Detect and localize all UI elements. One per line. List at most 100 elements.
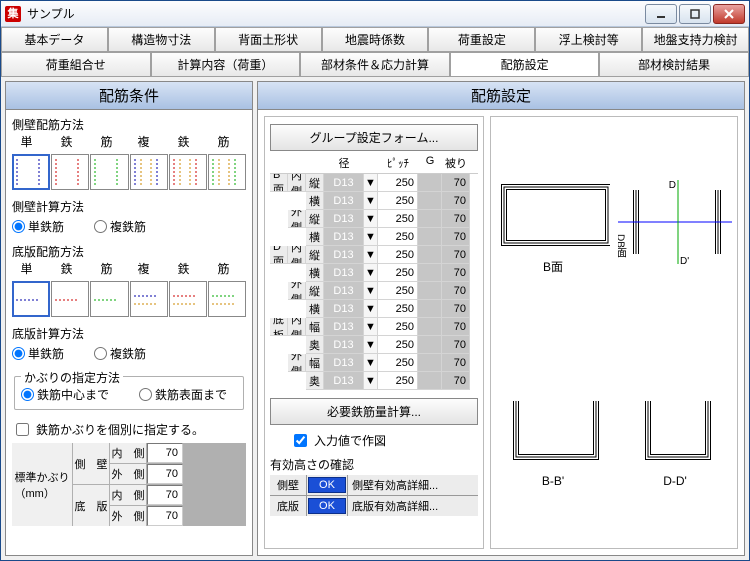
pitch-value[interactable]: 250 — [378, 246, 418, 264]
base-opt-5[interactable] — [169, 281, 207, 317]
pitch-value[interactable]: 250 — [378, 282, 418, 300]
sidewall-calc-single[interactable]: 単鉄筋 — [12, 218, 64, 235]
dia-dropdown[interactable]: ▼ — [364, 300, 378, 318]
cover-value: 70 — [442, 354, 470, 372]
tab2-3[interactable]: 配筋設定 — [450, 52, 600, 76]
dia-dropdown[interactable]: ▼ — [364, 372, 378, 390]
dia-dropdown[interactable]: ▼ — [364, 228, 378, 246]
pitch-value[interactable]: 250 — [378, 264, 418, 282]
pitch-value[interactable]: 250 — [378, 210, 418, 228]
detail-button[interactable]: 底版有効高詳細... — [348, 496, 478, 516]
tab1-2[interactable]: 背面土形状 — [215, 27, 322, 51]
dia-dropdown[interactable]: ▼ — [364, 174, 378, 192]
dia-value[interactable]: D13 — [324, 336, 364, 354]
base-opt-1[interactable] — [12, 281, 50, 317]
dia-value[interactable]: D13 — [324, 246, 364, 264]
dia-value[interactable]: D13 — [324, 264, 364, 282]
svg-text:D: D — [669, 180, 676, 191]
dia-value[interactable]: D13 — [324, 282, 364, 300]
svg-text:DB面: DB面 — [618, 234, 627, 259]
dia-dropdown[interactable]: ▼ — [364, 336, 378, 354]
base-calc-double[interactable]: 複鉄筋 — [94, 345, 146, 362]
dia-dropdown[interactable]: ▼ — [364, 282, 378, 300]
maximize-button[interactable] — [679, 4, 711, 24]
pitch-value[interactable]: 250 — [378, 174, 418, 192]
sidewall-opt-1[interactable] — [12, 154, 50, 190]
pitch-value[interactable]: 250 — [378, 300, 418, 318]
pitch-value[interactable]: 250 — [378, 372, 418, 390]
cover-bs-in[interactable]: 70 — [147, 485, 183, 505]
cover-sw-out[interactable]: 70 — [147, 464, 183, 484]
dia-dropdown[interactable]: ▼ — [364, 210, 378, 228]
window-title: サンプル — [27, 5, 643, 22]
tab1-0[interactable]: 基本データ — [1, 27, 108, 51]
tab2-2[interactable]: 部材条件＆応力計算 — [300, 52, 450, 76]
sidewall-calc-label: 側壁計算方法 — [12, 198, 246, 215]
tab2-1[interactable]: 計算内容（荷重） — [151, 52, 301, 76]
eff-height-label: 有効高さの確認 — [270, 456, 478, 473]
base-opt-6[interactable] — [208, 281, 246, 317]
tab1-4[interactable]: 荷重設定 — [428, 27, 535, 51]
cover-label: 標準かぶり （mm） — [12, 443, 72, 526]
cover-value: 70 — [442, 264, 470, 282]
sidewall-opt-2[interactable] — [51, 154, 89, 190]
close-button[interactable] — [713, 4, 745, 24]
dia-dropdown[interactable]: ▼ — [364, 192, 378, 210]
dia-value[interactable]: D13 — [324, 228, 364, 246]
cover-sw-in[interactable]: 70 — [147, 443, 183, 463]
inout-label: 内 側 — [288, 318, 306, 336]
dia-value[interactable]: D13 — [324, 372, 364, 390]
base-calc-single[interactable]: 単鉄筋 — [12, 345, 64, 362]
pitch-value[interactable]: 250 — [378, 336, 418, 354]
pitch-value[interactable]: 250 — [378, 228, 418, 246]
dia-value[interactable]: D13 — [324, 300, 364, 318]
tab1-1[interactable]: 構造物寸法 — [108, 27, 215, 51]
dia-dropdown[interactable]: ▼ — [364, 318, 378, 336]
draw-with-input-check[interactable]: 入力値で作図 — [290, 431, 478, 450]
dia-dropdown[interactable]: ▼ — [364, 246, 378, 264]
required-rebar-button[interactable]: 必要鉄筋量計算... — [270, 398, 478, 425]
pitch-value[interactable]: 250 — [378, 192, 418, 210]
detail-button[interactable]: 側壁有効高詳細... — [348, 475, 478, 495]
tab1-3[interactable]: 地震時係数 — [322, 27, 429, 51]
face-label: 底 板 — [270, 318, 288, 336]
tab2-0[interactable]: 荷重組合せ — [1, 52, 151, 76]
cover-bs-out[interactable]: 70 — [147, 506, 183, 526]
cover-opt-center[interactable]: 鉄筋中心まで — [21, 386, 109, 403]
rebar-table: B 面内 側縦D13▼25070横D13▼25070外 側縦D13▼25070横… — [270, 173, 478, 390]
pitch-value[interactable]: 250 — [378, 354, 418, 372]
dia-dropdown[interactable]: ▼ — [364, 354, 378, 372]
titlebar: 集 サンプル — [1, 1, 749, 27]
cover-individual-check[interactable]: 鉄筋かぶりを個別に指定する。 — [12, 420, 246, 439]
pitch-value[interactable]: 250 — [378, 318, 418, 336]
inout-label: 内 側 — [288, 174, 306, 192]
sidewall-opt-5[interactable] — [169, 154, 207, 190]
dia-value[interactable]: D13 — [324, 174, 364, 192]
minimize-button[interactable] — [645, 4, 677, 24]
group-form-button[interactable]: グループ設定フォーム... — [270, 124, 478, 151]
base-opt-3[interactable] — [90, 281, 128, 317]
cover-opt-surface[interactable]: 鉄筋表面まで — [139, 386, 227, 403]
cover-value: 70 — [442, 210, 470, 228]
cover-value: 70 — [442, 372, 470, 390]
sidewall-thumbs — [12, 154, 246, 190]
dia-dropdown[interactable]: ▼ — [364, 264, 378, 282]
tab2-4[interactable]: 部材検討結果 — [599, 52, 749, 76]
sidewall-opt-3[interactable] — [90, 154, 128, 190]
base-opt-2[interactable] — [51, 281, 89, 317]
ok-badge: OK — [307, 496, 347, 516]
sidewall-opt-4[interactable] — [130, 154, 168, 190]
tab1-5[interactable]: 浮上検討等 — [535, 27, 642, 51]
dia-value[interactable]: D13 — [324, 354, 364, 372]
dia-value[interactable]: D13 — [324, 318, 364, 336]
app-icon: 集 — [5, 6, 21, 22]
dia-value[interactable]: D13 — [324, 210, 364, 228]
dia-value[interactable]: D13 — [324, 192, 364, 210]
sidewall-calc-double[interactable]: 複鉄筋 — [94, 218, 146, 235]
sidewall-opt-6[interactable] — [208, 154, 246, 190]
base-opt-4[interactable] — [130, 281, 168, 317]
cover-value: 70 — [442, 192, 470, 210]
tab1-6[interactable]: 地盤支持力検討 — [642, 27, 749, 51]
inout-label: 外 側 — [288, 210, 306, 228]
cover-value: 70 — [442, 282, 470, 300]
